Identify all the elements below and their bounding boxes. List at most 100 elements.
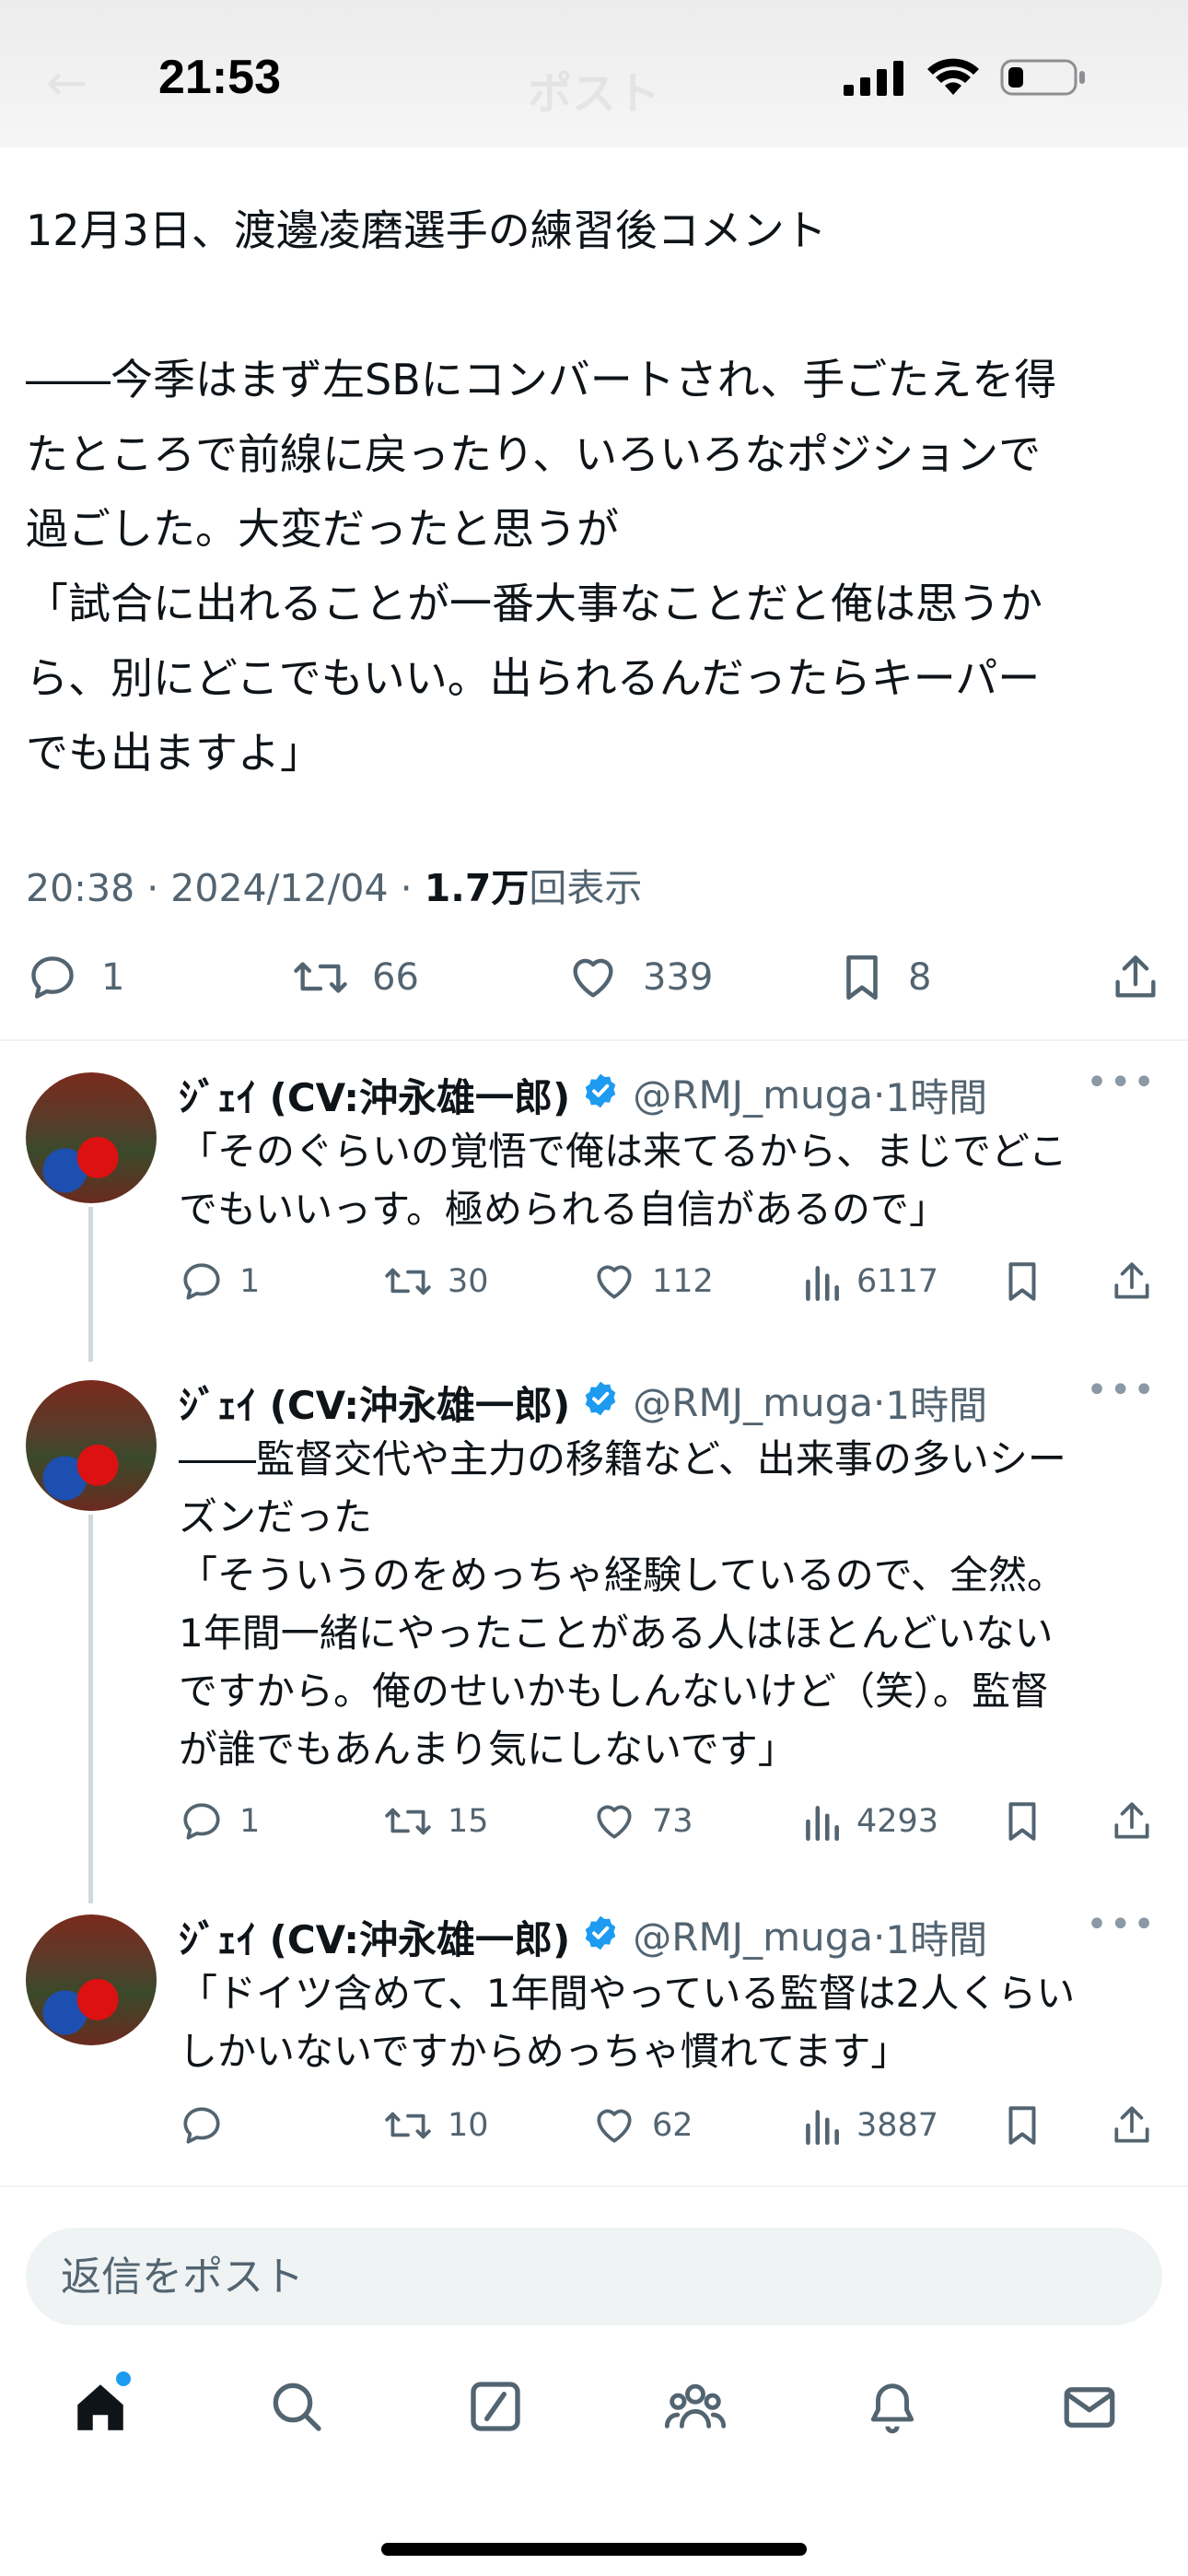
tab-messages[interactable] (1059, 2377, 1120, 2441)
bookmark-icon (1002, 1798, 1042, 1844)
like-button[interactable]: 112 (591, 1259, 714, 1305)
main-post: 12月3日、渡邊凌磨選手の練習後コメント ――今季はまず左SBにコンバートされ、… (26, 193, 1159, 790)
avatar[interactable] (26, 1380, 157, 1511)
reply-time: 1時間 (885, 1383, 988, 1428)
share-icon (1109, 951, 1162, 1004)
repost-button[interactable]: 15 (383, 1798, 489, 1844)
reply-text: 「そのぐらいの覚悟で俺は来てるから、まじでどこ でもいいっす。極められる自信があ… (179, 1129, 1067, 1232)
communities-icon (663, 2383, 728, 2440)
reply-button[interactable] (179, 2102, 239, 2149)
reply-icon (26, 951, 79, 1004)
reply-composer[interactable] (26, 2228, 1162, 2325)
author-handle[interactable]: @RMJ_muga (633, 1380, 873, 1425)
reply-button[interactable]: 1 (179, 1798, 260, 1844)
repost-icon (383, 1259, 433, 1305)
reply-count: 1 (239, 1263, 261, 1300)
more-options-icon[interactable]: ••• (1086, 1369, 1157, 1411)
post-date: 2024/12/04 (170, 866, 389, 910)
author-name[interactable]: ｼﾞｪｲ (CV:沖永雄一郎) (179, 1375, 570, 1431)
post-views-label[interactable]: 回表示 (529, 866, 642, 910)
bookmark-button[interactable]: 8 (838, 951, 931, 1004)
bookmark-button[interactable] (1002, 1259, 1042, 1305)
post-text: 12月3日、渡邊凌磨選手の練習後コメント ――今季はまず左SBにコンバートされ、… (26, 205, 1057, 778)
more-options-icon[interactable]: ••• (1086, 1061, 1157, 1104)
messages-icon (1059, 2387, 1120, 2441)
repost-icon (291, 951, 350, 1004)
main-post-actions: 1 66 339 8 (0, 949, 1188, 1013)
post-views-count[interactable]: 1.7万 (425, 866, 530, 910)
divider (0, 1039, 1188, 1041)
post-metadata: 20:38 · 2024/12/04 · 1.7万回表示 (26, 866, 643, 910)
home-icon (70, 2384, 131, 2441)
like-icon (591, 1259, 637, 1305)
tab-grok[interactable] (466, 2377, 525, 2440)
avatar[interactable] (26, 1914, 157, 2045)
share-button[interactable] (1109, 2102, 1155, 2149)
reply-icon (179, 1259, 225, 1305)
bookmark-icon (1002, 2102, 1042, 2149)
views-count: 4293 (856, 1803, 939, 1840)
repost-count: 30 (448, 1263, 489, 1300)
post-time: 20:38 (26, 866, 135, 910)
share-button[interactable] (1109, 951, 1162, 1004)
tab-home[interactable] (70, 2371, 131, 2441)
like-button[interactable]: 73 (591, 1798, 693, 1844)
reply-time: 1時間 (885, 1075, 988, 1120)
bookmark-icon (838, 951, 886, 1004)
wifi-icon (926, 58, 980, 100)
share-button[interactable] (1109, 1259, 1155, 1305)
author-name[interactable]: ｼﾞｪｲ (CV:沖永雄一郎) (179, 1909, 570, 1965)
bookmark-button[interactable] (1002, 2102, 1042, 2149)
share-icon (1109, 1798, 1155, 1844)
reply-count: 1 (239, 1803, 261, 1840)
author-handle[interactable]: @RMJ_muga (633, 1914, 873, 1960)
reply-tweet[interactable]: ｼﾞｪｲ (CV:沖永雄一郎) @RMJ_muga · 1時間 ••• 「そのぐ… (0, 1050, 1188, 1336)
views-button[interactable]: 6117 (801, 1259, 938, 1305)
author-name[interactable]: ｼﾞｪｲ (CV:沖永雄一郎) (179, 1067, 570, 1123)
reply-text: 「ドイツ含めて、1年間やっている監督は2人くらい しかいないですからめっちゃ慣れ… (179, 1971, 1076, 2074)
verified-badge-icon (581, 1071, 620, 1119)
avatar[interactable] (26, 1072, 157, 1203)
reply-time: 1時間 (885, 1917, 988, 1962)
repost-button[interactable]: 10 (383, 2102, 489, 2149)
like-button[interactable]: 62 (591, 2102, 693, 2149)
notifications-icon (864, 2383, 921, 2441)
like-icon (591, 1798, 637, 1844)
grok-icon (466, 2382, 525, 2440)
battery-icon (1000, 57, 1087, 101)
reply-input[interactable] (59, 2252, 1076, 2301)
like-count: 112 (652, 1263, 714, 1300)
views-count: 6117 (856, 1263, 939, 1300)
share-button[interactable] (1109, 1798, 1155, 1844)
search-icon (267, 2383, 326, 2440)
reply-tweet[interactable]: ｼﾞｪｲ (CV:沖永雄一郎) @RMJ_muga · 1時間 ••• ――監督… (0, 1358, 1188, 1874)
like-count: 62 (652, 2107, 693, 2144)
views-icon (801, 1259, 842, 1305)
reply-tweet[interactable]: ｼﾞｪｲ (CV:沖永雄一郎) @RMJ_muga · 1時間 ••• 「ドイツ… (0, 1892, 1188, 2169)
bookmark-icon (1002, 1259, 1042, 1305)
repost-button[interactable]: 30 (383, 1259, 489, 1305)
views-button[interactable]: 4293 (801, 1798, 938, 1844)
tab-notifications[interactable] (864, 2377, 921, 2441)
reply-icon (179, 1798, 225, 1844)
views-icon (801, 2102, 842, 2149)
views-button[interactable]: 3887 (801, 2102, 938, 2149)
home-indicator[interactable] (381, 2543, 807, 2556)
status-time: 21:53 (158, 51, 281, 104)
views-count: 3887 (856, 2107, 939, 2144)
tab-search[interactable] (267, 2377, 326, 2440)
tab-communities[interactable] (663, 2377, 728, 2440)
divider (0, 2185, 1188, 2187)
reply-button[interactable]: 1 (26, 951, 124, 1004)
verified-badge-icon (581, 1379, 620, 1427)
repost-count: 15 (448, 1803, 489, 1840)
author-handle[interactable]: @RMJ_muga (633, 1072, 873, 1118)
like-button[interactable]: 339 (565, 951, 713, 1004)
more-options-icon[interactable]: ••• (1086, 1903, 1157, 1946)
reply-button[interactable]: 1 (179, 1259, 260, 1305)
bookmark-button[interactable] (1002, 1798, 1042, 1844)
repost-button[interactable]: 66 (291, 951, 419, 1004)
share-icon (1109, 1259, 1155, 1305)
status-bar: ← ポスト 21:53 (0, 0, 1188, 147)
repost-count: 66 (372, 956, 419, 999)
